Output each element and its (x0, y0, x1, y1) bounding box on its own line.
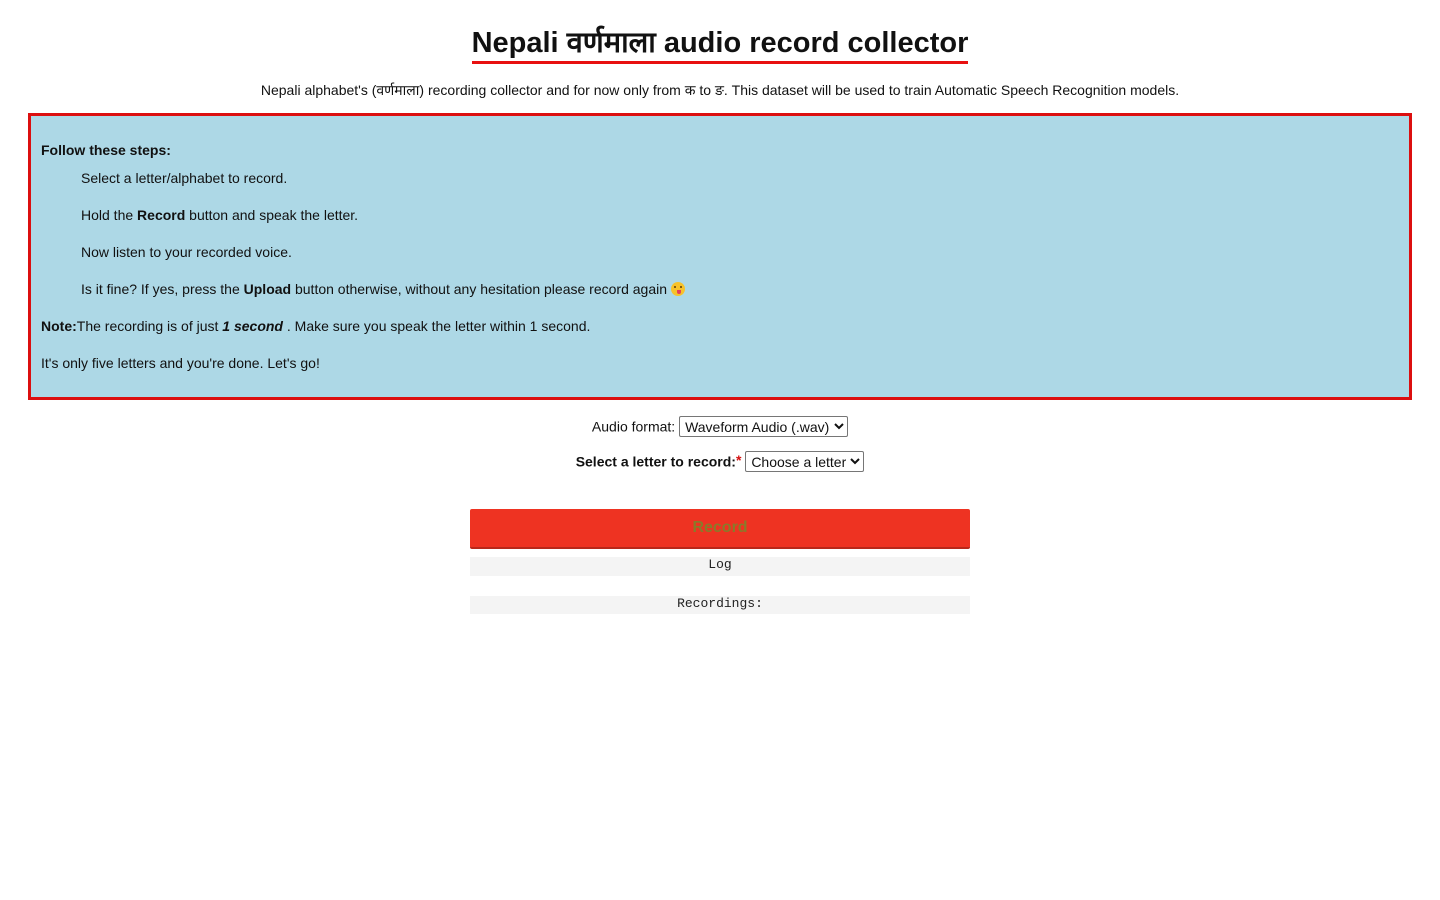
step-text: Hold the (81, 207, 138, 223)
recordings-list: Recordings: (470, 596, 970, 614)
letter-select[interactable]: Choose a letter (745, 451, 865, 472)
letter-select-label: Select a letter to record: (575, 453, 736, 470)
note-label: Note: (41, 318, 77, 334)
final-message: It's only five letters and you're done. … (41, 355, 320, 371)
face-savoring-food-icon (670, 282, 685, 296)
audio-format-label: Audio format: (591, 418, 676, 435)
step-listen: Now listen to your recorded voice. (41, 243, 1409, 280)
step-select-letter: Select a letter/alphabet to record. (41, 169, 1409, 206)
note-duration: 1 second (222, 318, 283, 334)
page-title: Nepali वर्णमाला audio record collector (471, 26, 969, 64)
step-emphasis: Record (137, 207, 186, 223)
step-text: Now listen to your recorded voice. (81, 244, 292, 260)
step-upload: Is it fine? If yes, press the Upload but… (41, 280, 1409, 317)
steps-heading: Follow these steps: (41, 142, 171, 158)
audio-format-row: Audio format: Waveform Audio (.wav) (0, 416, 1440, 437)
note-text: . Make sure you speak the letter within … (283, 318, 591, 334)
step-text: Is it fine? If yes, press the (81, 281, 244, 297)
note: Note:The recording is of just 1 second .… (41, 317, 1409, 354)
page: Nepali वर्णमाला audio record collector N… (0, 0, 1440, 900)
step-hold-record: Hold the Record button and speak the let… (41, 206, 1409, 243)
page-subtitle: Nepali alphabet's (वर्णमाला) recording c… (260, 82, 1180, 98)
audio-format-select[interactable]: Waveform Audio (.wav) (679, 416, 849, 437)
note-text: The recording is of just (76, 318, 223, 334)
letter-select-row: Select a letter to record:* Choose a let… (0, 451, 1440, 472)
step-text: button otherwise, without any hesitation… (291, 281, 671, 297)
step-text: Select a letter/alphabet to record. (81, 170, 288, 186)
required-mark: * (735, 452, 742, 469)
instructions-content: Follow these steps: Select a letter/alph… (31, 116, 1409, 372)
record-button[interactable]: Record (470, 509, 970, 549)
step-emphasis: Upload (243, 281, 292, 297)
header: Nepali वर्णमाला audio record collector (0, 0, 1440, 64)
step-text: button and speak the letter. (185, 207, 359, 223)
log-area: Log (470, 557, 970, 576)
instructions-panel: Follow these steps: Select a letter/alph… (28, 113, 1412, 400)
